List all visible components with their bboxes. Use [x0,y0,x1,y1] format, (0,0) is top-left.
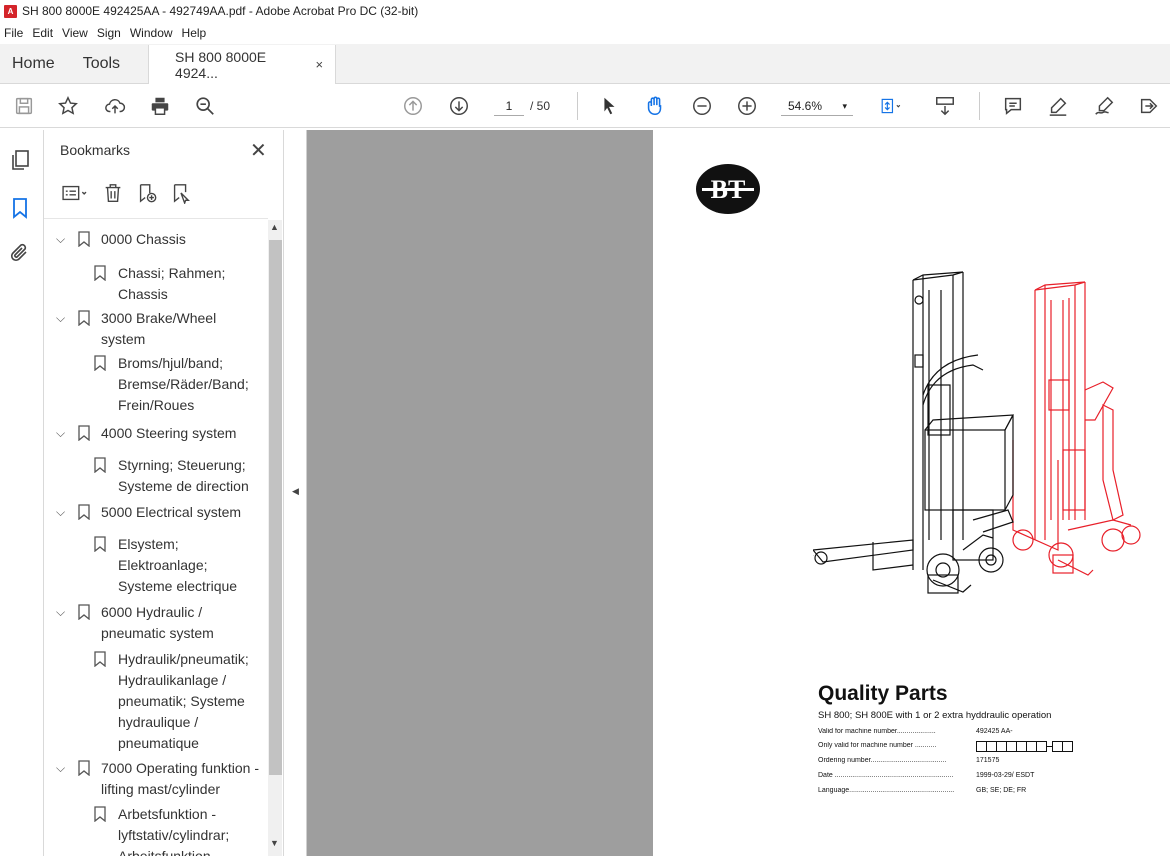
bookmark-flag-icon [94,457,106,473]
page-total: / 50 [530,99,551,113]
black-forklift-drawing [813,271,1015,594]
menu-view[interactable]: View [62,26,88,40]
chevron-down-icon[interactable]: ⌵ [56,602,65,623]
zoom-in-icon[interactable] [735,94,759,118]
scroll-down-icon[interactable]: ▼ [270,838,279,848]
tab-tools[interactable]: Tools [67,44,132,83]
pdf-page: BT Quality Parts SH 800; SH 800E with 1 … [653,130,1170,856]
fit-page-icon[interactable] [874,94,908,118]
tab-home[interactable]: Home [0,44,67,83]
menu-file[interactable]: File [4,26,23,40]
bookmark-options-icon[interactable] [60,182,90,204]
scroll-up-icon[interactable]: ▲ [270,222,279,232]
bookmark-search-icon[interactable] [170,182,192,204]
chevron-down-icon: ▾ [842,101,847,111]
bookmark-flag-icon [94,265,106,281]
delete-bookmark-icon[interactable] [102,182,124,204]
bookmark-flag-icon [94,806,106,822]
bookmark-star-icon[interactable] [56,94,80,118]
chevron-down-icon[interactable]: ⌵ [56,758,65,779]
chevron-down-icon[interactable]: ⌵ [56,423,65,444]
menu-edit[interactable]: Edit [32,26,53,40]
hand-tool-icon[interactable] [643,94,667,118]
print-icon[interactable] [148,94,172,118]
menu-sign[interactable]: Sign [97,26,121,40]
save-icon[interactable] [12,94,36,118]
document-subtitle: SH 800; SH 800E with 1 or 2 extra hyddra… [818,710,1052,721]
comment-icon[interactable] [1001,94,1025,118]
attachments-paperclip-icon[interactable] [8,242,32,266]
main-toolbar: 1 / 50 54.6% ▾ [0,84,1170,128]
zoom-out-icon[interactable] [690,94,714,118]
collapse-panel-handle[interactable]: ◀ [285,130,307,856]
bookmark-flag-icon [94,651,106,667]
bookmark-flag-icon [78,504,90,520]
zoom-search-icon[interactable] [193,94,217,118]
bt-logo-text: BT [711,175,746,204]
close-tab-icon[interactable]: × [315,57,323,72]
page-number-input[interactable]: 1 [494,96,524,116]
bookmarks-toolbar [60,178,204,208]
bookmarks-tree: ⌵ 0000 Chassis Chassi; Rahmen; Chassis ⌵… [44,218,268,856]
bookmark-flag-icon [78,425,90,441]
bookmark-flag-icon [78,760,90,776]
bookmark-flag-icon [78,604,90,620]
chevron-down-icon[interactable]: ⌵ [56,308,65,329]
main-area: Bookmarks ✕ ⌵ 0000 Chassis Chassi; Rahme… [0,130,1170,856]
bookmark-flag-icon [94,355,106,371]
bt-logo: BT [696,164,760,214]
zoom-level-select[interactable]: 54.6% ▾ [781,96,853,116]
zoom-level-value: 54.6% [788,99,823,113]
upload-cloud-icon[interactable] [103,94,127,118]
tab-document[interactable]: SH 800 8000E 4924... × [148,45,337,84]
chevron-down-icon[interactable]: ⌵ [56,502,65,523]
select-cursor-icon[interactable] [597,94,621,118]
tab-document-label: SH 800 8000E 4924... [175,48,267,81]
bookmark-flag-icon [94,536,106,552]
window-title: SH 800 8000E 492425AA - 492749AA.pdf - A… [22,4,419,18]
pdf-icon: A [4,4,17,18]
share-send-icon[interactable] [1137,94,1161,118]
bookmarks-panel-icon[interactable] [8,196,32,220]
document-title: Quality Parts [818,682,948,705]
chevron-left-icon: ◀ [292,486,299,496]
menu-window[interactable]: Window [130,26,173,40]
new-bookmark-icon[interactable] [136,182,158,204]
bookmark-flag-icon [78,231,90,247]
scroll-mode-icon[interactable] [933,94,957,118]
bookmarks-scroll-thumb[interactable] [269,240,282,775]
window-title-bar: A SH 800 8000E 492425AA - 492749AA.pdf -… [0,0,1170,22]
bookmarks-panel: Bookmarks ✕ ⌵ 0000 Chassis Chassi; Rahme… [44,130,284,856]
page-thumbnails-icon[interactable] [8,148,32,172]
menu-help[interactable]: Help [182,26,207,40]
chevron-down-icon[interactable]: ⌵ [56,229,65,250]
toolbar-divider [979,92,980,120]
bookmarks-panel-title: Bookmarks [60,142,131,158]
highlight-pen-icon[interactable] [1046,94,1070,118]
tab-bar: Home Tools SH 800 8000E 4924... × [0,44,1170,84]
toolbar-divider [577,92,578,120]
menu-bar: File Edit View Sign Window Help [0,22,1170,44]
sign-icon[interactable] [1092,94,1116,118]
forklift-illustration [813,271,1141,594]
navigation-rail [0,130,44,856]
machine-number-boxes [976,741,1073,752]
bookmark-flag-icon [78,310,90,326]
next-page-icon[interactable] [447,94,471,118]
close-panel-icon[interactable]: ✕ [250,138,267,163]
red-forklift-drawing [1012,281,1141,576]
previous-page-icon[interactable] [401,94,425,118]
